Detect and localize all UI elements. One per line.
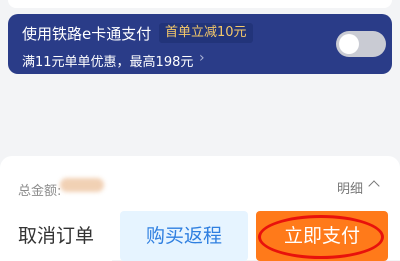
cancel-order-button[interactable]: 取消订单	[0, 211, 112, 261]
total-amount-value-blurred	[60, 178, 104, 192]
ecard-discount-description: 满11元单单优惠，最高198元	[22, 55, 194, 70]
payment-footer: 总金额: 明细 取消订单 购买返程 立即支付	[0, 156, 400, 261]
previous-card-edge	[8, 0, 392, 8]
chevron-right-icon[interactable]: ›	[199, 50, 205, 66]
ecard-payment-toggle[interactable]	[336, 31, 386, 57]
ecard-payment-title: 使用铁路e卡通支付	[22, 25, 152, 43]
first-order-discount-badge: 首单立减10元	[159, 23, 253, 43]
ecard-payment-card[interactable]: 使用铁路e卡通支付 首单立减10元 满11元单单优惠，最高198元 ›	[8, 14, 392, 74]
price-details-toggle[interactable]: 明细	[337, 178, 363, 197]
pay-now-button[interactable]: 立即支付	[256, 211, 388, 261]
chevron-up-icon[interactable]	[368, 180, 380, 192]
buy-return-trip-button[interactable]: 购买返程	[120, 211, 248, 261]
toggle-knob	[339, 34, 359, 54]
total-amount-label: 总金额:	[18, 184, 62, 199]
